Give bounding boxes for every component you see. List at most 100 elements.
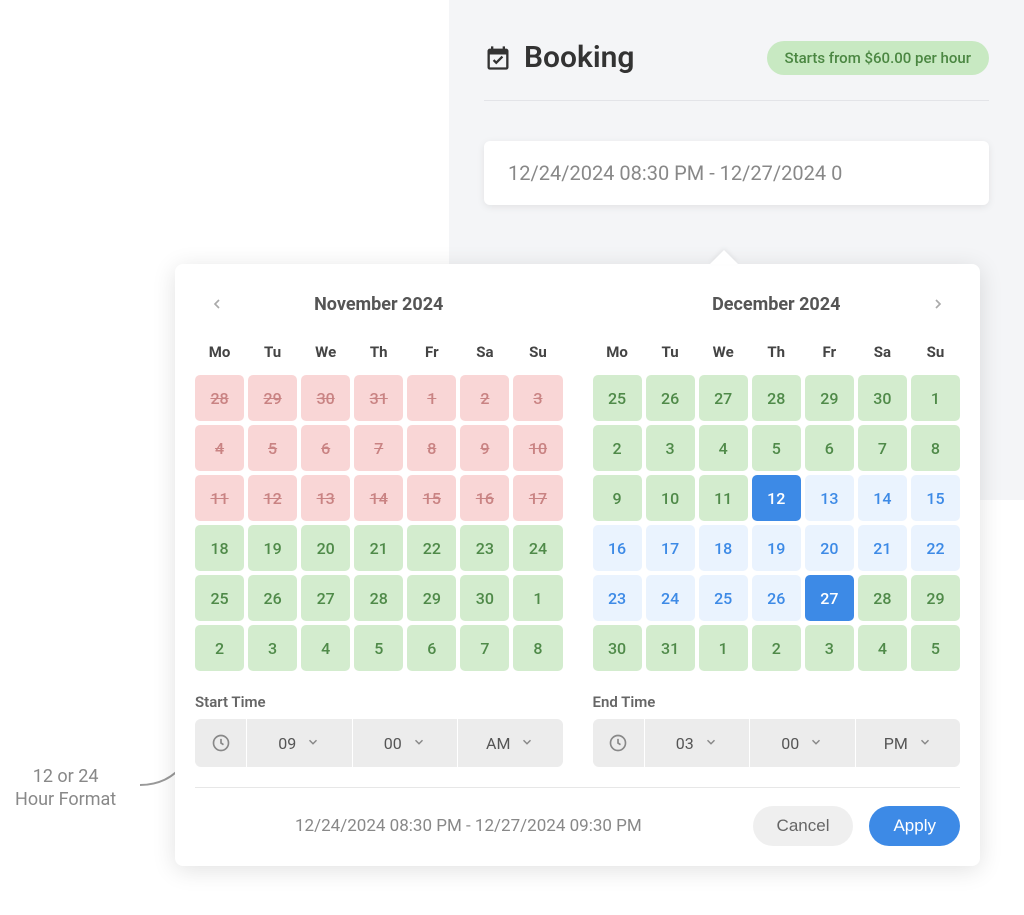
day-cell[interactable]: 29 bbox=[911, 575, 960, 621]
day-cell: 14 bbox=[354, 475, 403, 521]
day-cell[interactable]: 27 bbox=[699, 375, 748, 421]
day-cell[interactable]: 12 bbox=[752, 475, 801, 521]
day-cell[interactable]: 13 bbox=[805, 475, 854, 521]
day-cell[interactable]: 26 bbox=[248, 575, 297, 621]
day-cell[interactable]: 26 bbox=[752, 575, 801, 621]
day-cell: 16 bbox=[460, 475, 509, 521]
day-cell[interactable]: 6 bbox=[407, 625, 456, 671]
day-cell[interactable]: 18 bbox=[699, 525, 748, 571]
day-cell[interactable]: 9 bbox=[593, 475, 642, 521]
day-cell[interactable]: 27 bbox=[301, 575, 350, 621]
day-cell[interactable]: 3 bbox=[248, 625, 297, 671]
day-cell[interactable]: 25 bbox=[699, 575, 748, 621]
dow-cell: Sa bbox=[460, 337, 509, 367]
start-ampm-select[interactable]: AM bbox=[458, 719, 563, 767]
day-cell[interactable]: 11 bbox=[699, 475, 748, 521]
day-cell[interactable]: 27 bbox=[805, 575, 854, 621]
day-cell[interactable]: 28 bbox=[752, 375, 801, 421]
day-cell[interactable]: 20 bbox=[805, 525, 854, 571]
cancel-button[interactable]: Cancel bbox=[753, 806, 854, 846]
day-cell[interactable]: 19 bbox=[248, 525, 297, 571]
day-cell[interactable]: 30 bbox=[858, 375, 907, 421]
start-ampm-value: AM bbox=[486, 734, 510, 753]
end-ampm-value: PM bbox=[884, 734, 908, 753]
day-cell[interactable]: 24 bbox=[646, 575, 695, 621]
day-cell[interactable]: 5 bbox=[911, 625, 960, 671]
prev-month-button[interactable] bbox=[205, 292, 229, 316]
dow-cell: Th bbox=[752, 337, 801, 367]
day-cell[interactable]: 25 bbox=[195, 575, 244, 621]
end-time-group: 03 00 PM bbox=[593, 719, 961, 767]
dow-cell: Tu bbox=[248, 337, 297, 367]
day-cell[interactable]: 26 bbox=[646, 375, 695, 421]
end-minute-select[interactable]: 00 bbox=[750, 719, 856, 767]
dow-cell: Su bbox=[513, 337, 562, 367]
dow-row-left: MoTuWeThFrSaSu bbox=[195, 337, 563, 367]
apply-button[interactable]: Apply bbox=[869, 806, 960, 846]
day-cell[interactable]: 7 bbox=[460, 625, 509, 671]
dow-cell: Mo bbox=[195, 337, 244, 367]
day-cell[interactable]: 19 bbox=[752, 525, 801, 571]
day-cell[interactable]: 21 bbox=[354, 525, 403, 571]
day-cell[interactable]: 29 bbox=[407, 575, 456, 621]
end-hour-select[interactable]: 03 bbox=[645, 719, 751, 767]
day-cell[interactable]: 30 bbox=[593, 625, 642, 671]
day-cell[interactable]: 25 bbox=[593, 375, 642, 421]
day-cell[interactable]: 1 bbox=[911, 375, 960, 421]
day-cell[interactable]: 21 bbox=[858, 525, 907, 571]
day-cell: 9 bbox=[460, 425, 509, 471]
day-cell[interactable]: 20 bbox=[301, 525, 350, 571]
day-cell[interactable]: 16 bbox=[593, 525, 642, 571]
day-cell: 15 bbox=[407, 475, 456, 521]
day-cell[interactable]: 2 bbox=[752, 625, 801, 671]
start-time-label: Start Time bbox=[195, 693, 563, 711]
day-cell[interactable]: 5 bbox=[354, 625, 403, 671]
day-cell[interactable]: 29 bbox=[805, 375, 854, 421]
day-cell[interactable]: 23 bbox=[460, 525, 509, 571]
day-cell[interactable]: 10 bbox=[646, 475, 695, 521]
day-cell[interactable]: 7 bbox=[858, 425, 907, 471]
picker-arrow-icon bbox=[710, 250, 738, 264]
date-range-input[interactable]: 12/24/2024 08:30 PM - 12/27/2024 0 bbox=[484, 141, 989, 205]
day-cell[interactable]: 30 bbox=[460, 575, 509, 621]
day-cell[interactable]: 15 bbox=[911, 475, 960, 521]
day-cell[interactable]: 24 bbox=[513, 525, 562, 571]
day-cell[interactable]: 18 bbox=[195, 525, 244, 571]
next-month-button[interactable] bbox=[926, 292, 950, 316]
day-cell[interactable]: 14 bbox=[858, 475, 907, 521]
day-cell[interactable]: 22 bbox=[911, 525, 960, 571]
booking-title: Booking bbox=[524, 40, 634, 75]
day-cell[interactable]: 2 bbox=[593, 425, 642, 471]
annotation-hour-format: 12 or 24 Hour Format bbox=[15, 765, 116, 812]
day-cell: 4 bbox=[195, 425, 244, 471]
day-cell[interactable]: 4 bbox=[858, 625, 907, 671]
day-cell[interactable]: 1 bbox=[699, 625, 748, 671]
day-cell[interactable]: 3 bbox=[646, 425, 695, 471]
day-cell[interactable]: 8 bbox=[513, 625, 562, 671]
day-cell[interactable]: 4 bbox=[301, 625, 350, 671]
end-hour-value: 03 bbox=[676, 734, 694, 753]
day-cell[interactable]: 22 bbox=[407, 525, 456, 571]
start-minute-select[interactable]: 00 bbox=[353, 719, 459, 767]
day-cell[interactable]: 5 bbox=[752, 425, 801, 471]
chevron-down-icon bbox=[306, 734, 320, 753]
day-cell[interactable]: 4 bbox=[699, 425, 748, 471]
dow-row-right: MoTuWeThFrSaSu bbox=[593, 337, 961, 367]
day-cell[interactable]: 3 bbox=[805, 625, 854, 671]
day-cell[interactable]: 28 bbox=[354, 575, 403, 621]
day-cell[interactable]: 23 bbox=[593, 575, 642, 621]
annotation-line2: Hour Format bbox=[15, 788, 116, 811]
day-cell[interactable]: 28 bbox=[858, 575, 907, 621]
clock-icon[interactable] bbox=[593, 719, 645, 767]
start-hour-select[interactable]: 09 bbox=[247, 719, 353, 767]
end-ampm-select[interactable]: PM bbox=[856, 719, 961, 767]
day-cell[interactable]: 1 bbox=[513, 575, 562, 621]
day-cell[interactable]: 31 bbox=[646, 625, 695, 671]
day-cell[interactable]: 17 bbox=[646, 525, 695, 571]
day-cell[interactable]: 2 bbox=[195, 625, 244, 671]
clock-icon[interactable] bbox=[195, 719, 247, 767]
day-cell[interactable]: 8 bbox=[911, 425, 960, 471]
month-title-left: November 2024 bbox=[314, 294, 443, 315]
day-cell[interactable]: 6 bbox=[805, 425, 854, 471]
day-cell: 11 bbox=[195, 475, 244, 521]
